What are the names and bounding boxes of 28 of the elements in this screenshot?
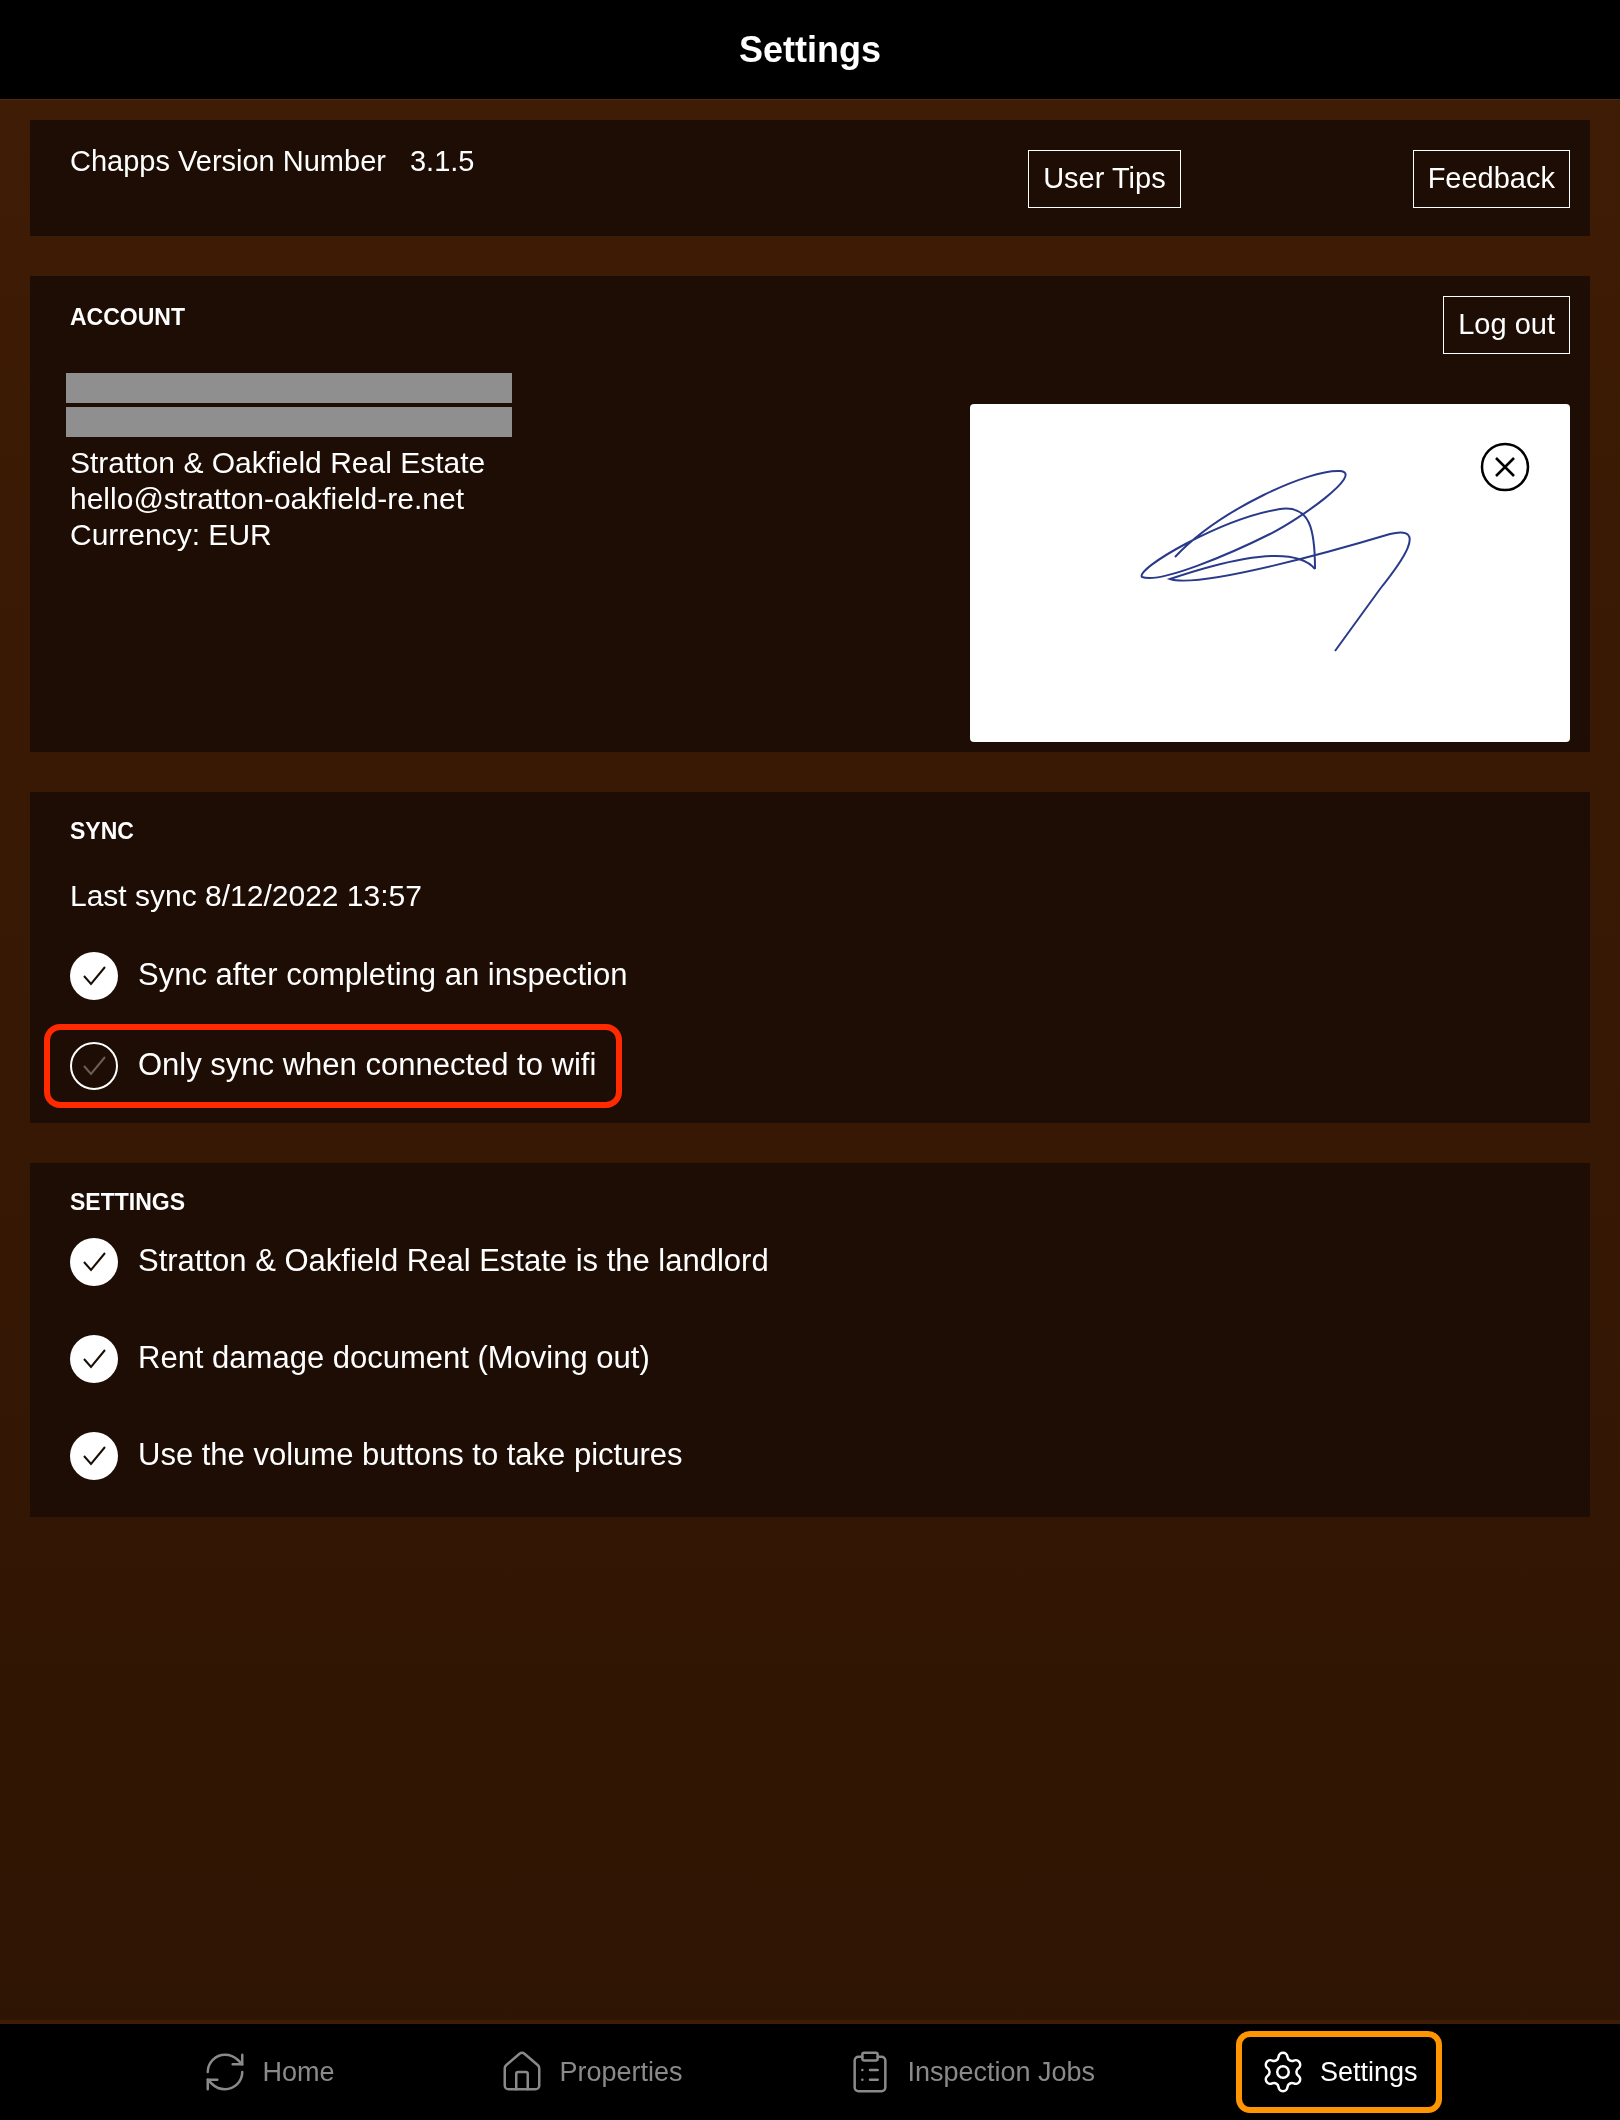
last-sync-text: Last sync 8/12/2022 13:57 bbox=[70, 877, 423, 914]
version-label: Chapps Version Number bbox=[70, 144, 386, 179]
option-label: Sync after completing an inspection bbox=[138, 956, 628, 995]
checkbox[interactable] bbox=[70, 951, 118, 1000]
user-tips-button[interactable]: User Tips bbox=[1028, 150, 1181, 208]
option-label: Only sync when connected to wifi bbox=[138, 1046, 597, 1085]
version-number: 3.1.5 bbox=[409, 144, 475, 179]
account-detail: Currency: EUR bbox=[70, 516, 273, 553]
feedback-button[interactable]: Feedback bbox=[1412, 150, 1570, 208]
tab[interactable]: Settings bbox=[1235, 2031, 1442, 2113]
checkbox[interactable] bbox=[70, 1431, 118, 1480]
tab[interactable]: Inspection Jobs bbox=[823, 2031, 1119, 2113]
logout-button[interactable]: Log out bbox=[1443, 296, 1570, 354]
section-heading: SETTINGS bbox=[70, 1188, 186, 1217]
account-detail: hello@stratton-oakfield-re.net bbox=[70, 480, 465, 517]
tab[interactable]: Properties bbox=[475, 2031, 707, 2113]
section-heading: SYNC bbox=[70, 817, 135, 846]
checkbox[interactable] bbox=[70, 1041, 118, 1090]
option-label: Use the volume buttons to take pictures bbox=[138, 1436, 683, 1475]
option-label: Stratton & Oakfield Real Estate is the landlord bbox=[138, 1242, 769, 1281]
account-detail: Stratton & Oakfield Real Estate bbox=[70, 444, 487, 481]
checkbox[interactable] bbox=[70, 1334, 118, 1383]
close-icon[interactable] bbox=[1480, 441, 1530, 492]
tab[interactable]: Home bbox=[178, 2031, 359, 2113]
window-title: Settings bbox=[739, 27, 881, 72]
checkbox[interactable] bbox=[70, 1237, 118, 1286]
section-heading: ACCOUNT bbox=[70, 303, 186, 332]
option-label: Rent damage document (Moving out) bbox=[138, 1339, 650, 1378]
